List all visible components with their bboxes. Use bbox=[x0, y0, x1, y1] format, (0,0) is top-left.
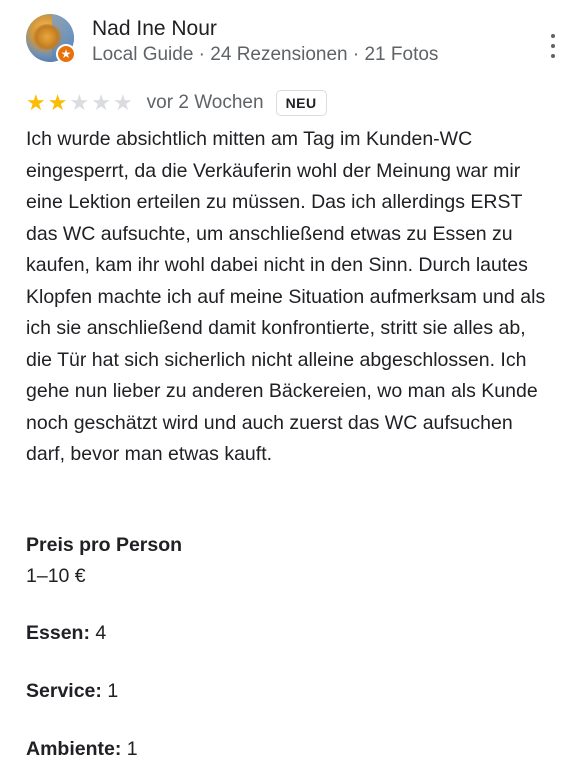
service-value: 1 bbox=[107, 680, 119, 702]
new-badge: NEU bbox=[275, 90, 327, 116]
more-dot bbox=[551, 54, 555, 58]
review-card: ★ Nad Ine Nour Local Guide · 24 Rezensio… bbox=[0, 0, 579, 771]
star-rating: ★ ★ ★ ★ ★ bbox=[26, 92, 135, 114]
review-header: ★ Nad Ine Nour Local Guide · 24 Rezensio… bbox=[26, 14, 566, 68]
more-options-icon[interactable] bbox=[545, 34, 561, 58]
food-rating: Essen: 4 bbox=[26, 622, 106, 645]
ambience-label: Ambiente: bbox=[26, 738, 122, 760]
ambience-value: 1 bbox=[126, 738, 138, 760]
price-label: Preis pro Person bbox=[26, 534, 183, 556]
price-value: 1–10 € bbox=[26, 565, 86, 587]
local-guide-star-icon: ★ bbox=[56, 44, 76, 64]
star-empty-icon: ★ bbox=[112, 90, 133, 115]
service-rating: Service: 1 bbox=[26, 680, 118, 703]
reviewer-meta: Local Guide · 24 Rezensionen · 21 Fotos bbox=[92, 44, 439, 65]
avatar-tree bbox=[32, 24, 62, 50]
star-filled-icon: ★ bbox=[26, 90, 46, 115]
review-time: vor 2 Wochen bbox=[146, 92, 264, 113]
service-label: Service: bbox=[26, 680, 102, 702]
review-text: Ich wurde absichtlich mitten am Tag im K… bbox=[26, 128, 546, 465]
reviewer-name[interactable]: Nad Ine Nour bbox=[92, 17, 217, 41]
food-label: Essen: bbox=[26, 622, 90, 644]
food-value: 4 bbox=[95, 622, 107, 644]
rating-row: ★ ★ ★ ★ ★ vor 2 Wochen NEU bbox=[26, 88, 327, 118]
ambience-rating: Ambiente: 1 bbox=[26, 738, 138, 761]
star-empty-icon: ★ bbox=[91, 90, 111, 115]
more-dot bbox=[551, 44, 555, 48]
more-dot bbox=[551, 34, 555, 38]
star-empty-icon: ★ bbox=[69, 90, 90, 115]
star-filled-icon: ★ bbox=[47, 90, 68, 115]
